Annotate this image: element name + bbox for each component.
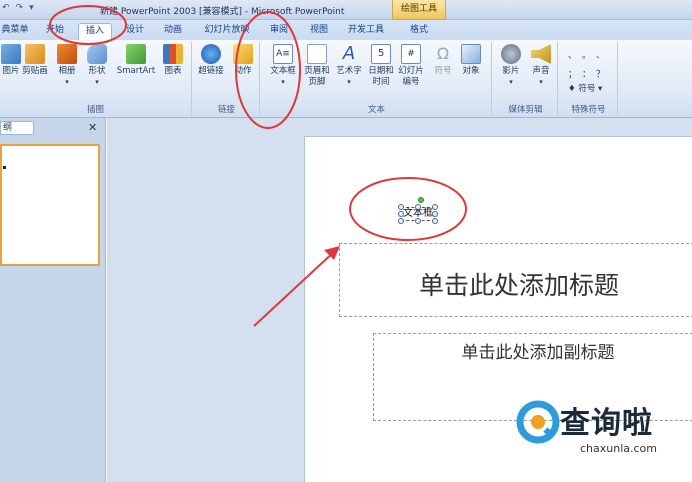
calendar-icon: 5 bbox=[371, 44, 391, 64]
date-time-button[interactable]: 5 日期和 时间 bbox=[364, 44, 398, 88]
ribbon-tab-row: 典菜单 开始 插入 设计 动画 幻灯片放映 审阅 视图 开发工具 格式 bbox=[0, 20, 692, 40]
undo-icon[interactable]: ↶ bbox=[2, 3, 10, 13]
symbol-dropdown-button[interactable]: ♦ 符号 ▾ bbox=[568, 82, 602, 94]
chart-button[interactable]: 图表 bbox=[156, 44, 190, 77]
tab-format[interactable]: 格式 bbox=[404, 23, 434, 40]
movie-button[interactable]: 影片 ▾ bbox=[494, 44, 528, 88]
object-icon bbox=[461, 44, 481, 64]
speaker-icon bbox=[531, 44, 551, 64]
smartart-button[interactable]: SmartArt bbox=[114, 44, 158, 77]
tab-view[interactable]: 视图 bbox=[304, 23, 334, 40]
group-label-media: 媒体剪辑 bbox=[508, 105, 543, 115]
group-label-links: 链接 bbox=[217, 105, 235, 115]
resize-handle[interactable] bbox=[415, 218, 421, 224]
omega-icon: Ω bbox=[436, 44, 450, 63]
globe-icon bbox=[201, 44, 221, 64]
title-placeholder[interactable]: 单击此处添加标题 bbox=[339, 243, 692, 317]
smartart-icon bbox=[126, 44, 146, 64]
header-footer-icon bbox=[307, 44, 327, 64]
symbol-item[interactable]: ？ bbox=[596, 67, 610, 80]
symbol-item[interactable]: 。 bbox=[582, 48, 596, 61]
object-button[interactable]: 对象 bbox=[454, 44, 488, 77]
group-label-illustrations: 插图 bbox=[86, 105, 104, 115]
tab-developer[interactable]: 开发工具 bbox=[344, 23, 388, 40]
group-text: A≡ 文本框 ▾ 页眉和 页脚 A 艺术字 ▾ 5 日期和 时间 # 幻灯片 编… bbox=[262, 42, 492, 116]
slides-outline-pane: 纲 ✕ bbox=[0, 118, 106, 482]
resize-handle[interactable] bbox=[398, 218, 404, 224]
subtitle-placeholder-text: 单击此处添加副标题 bbox=[461, 343, 615, 363]
tab-outline[interactable]: 纲 bbox=[0, 121, 34, 135]
symbol-grid: 、 。 、 ； ： ？ bbox=[568, 48, 610, 80]
tab-design[interactable]: 设计 bbox=[120, 23, 150, 40]
ribbon: 图片 剪贴画 相册 ▾ 形状 ▾ SmartArt 图表 插图 超链接 动作 链… bbox=[0, 40, 692, 118]
tab-insert[interactable]: 插入 bbox=[78, 23, 112, 40]
group-links: 超链接 动作 链接 bbox=[194, 42, 260, 116]
group-media: 影片 ▾ 声音 ▾ 媒体剪辑 bbox=[494, 42, 558, 116]
shapes-icon bbox=[87, 44, 107, 64]
clipart-icon bbox=[25, 44, 45, 64]
action-button[interactable]: 动作 bbox=[226, 44, 260, 77]
action-icon bbox=[233, 44, 253, 64]
close-pane-icon[interactable]: ✕ bbox=[88, 121, 97, 134]
tab-animation[interactable]: 动画 bbox=[158, 23, 188, 40]
resize-handle[interactable] bbox=[432, 204, 438, 210]
tab-review[interactable]: 审阅 bbox=[264, 23, 294, 40]
symbol-item[interactable]: ： bbox=[582, 67, 596, 80]
wordart-icon: A bbox=[342, 43, 356, 64]
group-special-symbols: 、 。 、 ； ： ？ ♦ 符号 ▾ 特殊符号 bbox=[560, 42, 618, 116]
film-reel-icon bbox=[501, 44, 521, 64]
tab-classic-menu[interactable]: 典菜单 bbox=[0, 23, 30, 40]
group-label-text: 文本 bbox=[367, 105, 385, 115]
group-label-special-symbols: 特殊符号 bbox=[571, 105, 606, 115]
drawing-tools-context-tab[interactable]: 绘图工具 bbox=[392, 0, 446, 20]
resize-handle[interactable] bbox=[415, 204, 421, 210]
slide-number-icon: # bbox=[401, 44, 421, 64]
watermark-brand: 查询啦 bbox=[560, 406, 653, 441]
slide-number-button[interactable]: # 幻灯片 编号 bbox=[394, 44, 428, 88]
resize-handle[interactable] bbox=[398, 204, 404, 210]
resize-handle[interactable] bbox=[432, 211, 438, 217]
customize-qat-icon[interactable]: ▾ bbox=[29, 3, 34, 13]
title-placeholder-text: 单击此处添加标题 bbox=[418, 271, 619, 300]
watermark-logo-icon bbox=[516, 400, 560, 444]
redo-icon[interactable]: ↷ bbox=[16, 3, 24, 13]
quick-access-toolbar: ↶ ↷ ▾ bbox=[2, 3, 34, 13]
symbol-item[interactable]: 、 bbox=[596, 48, 610, 61]
resize-handle[interactable] bbox=[432, 218, 438, 224]
tab-home[interactable]: 开始 bbox=[40, 23, 70, 40]
title-bar: ↶ ↷ ▾ 新建 PowerPoint 2003 [兼容模式] - Micros… bbox=[0, 0, 692, 20]
tab-slideshow[interactable]: 幻灯片放映 bbox=[200, 23, 254, 40]
chart-icon bbox=[163, 44, 183, 64]
rotation-handle[interactable] bbox=[418, 197, 424, 203]
textbox-button[interactable]: A≡ 文本框 ▾ bbox=[266, 44, 300, 88]
window-title: 新建 PowerPoint 2003 [兼容模式] - Microsoft Po… bbox=[100, 7, 345, 17]
album-button[interactable]: 相册 ▾ bbox=[50, 44, 84, 88]
sound-button[interactable]: 声音 ▾ bbox=[524, 44, 558, 88]
watermark-url: chaxunla.com bbox=[580, 442, 657, 455]
clipart-button[interactable]: 剪贴画 bbox=[18, 44, 52, 77]
watermark: 查询啦 chaxunla.com bbox=[516, 398, 686, 462]
resize-handle[interactable] bbox=[398, 211, 404, 217]
textbox-icon: A≡ bbox=[273, 44, 293, 64]
group-illustrations: 图片 剪贴画 相册 ▾ 形状 ▾ SmartArt 图表 插图 bbox=[0, 42, 192, 116]
header-footer-button[interactable]: 页眉和 页脚 bbox=[300, 44, 334, 88]
symbol-item[interactable]: ； bbox=[568, 67, 582, 80]
symbol-item[interactable]: 、 bbox=[568, 48, 582, 61]
album-icon bbox=[57, 44, 77, 64]
slide-thumbnail[interactable] bbox=[0, 144, 100, 266]
hyperlink-button[interactable]: 超链接 bbox=[194, 44, 228, 77]
shapes-button[interactable]: 形状 ▾ bbox=[80, 44, 114, 88]
wordart-button[interactable]: A 艺术字 ▾ bbox=[332, 44, 366, 88]
